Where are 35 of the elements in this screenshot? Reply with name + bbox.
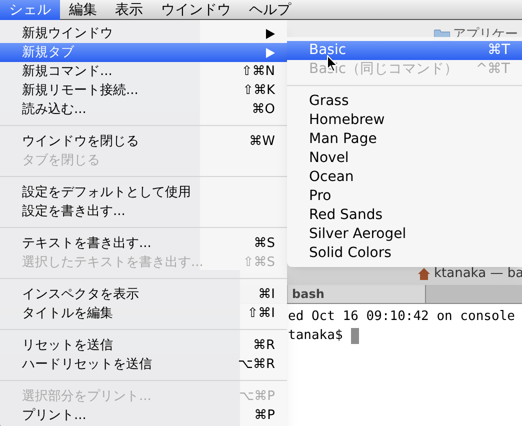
menu-item[interactable]: Red Sands — [287, 206, 522, 225]
menu-item[interactable]: インスペクタを表示 ⌘I — [0, 285, 287, 304]
menu-item[interactable]: Grass — [287, 92, 522, 111]
menu-item[interactable]: Solid Colors — [287, 244, 522, 263]
menu-item[interactable]: 設定をデフォルトとして使用 — [0, 183, 287, 202]
menu-item[interactable]: Basic ⌘T — [287, 41, 522, 60]
menu-item[interactable]: Pro — [287, 187, 522, 206]
menu-title[interactable]: ヘルプ — [240, 0, 300, 20]
menu-item[interactable]: 新規タブ — [0, 43, 287, 62]
menu-item[interactable]: ウインドウを閉じる ⌘W — [0, 132, 287, 151]
menu-item[interactable]: タイトルを編集 ⇧⌘I — [0, 304, 287, 323]
menu-item[interactable]: Man Page — [287, 130, 522, 149]
menu-item[interactable]: リセットを送信 ⌘R — [0, 336, 287, 355]
menu-item[interactable]: ハードリセットを送信 ⌥⌘R — [0, 355, 287, 374]
menu-item[interactable]: プリント... ⌘P — [0, 406, 287, 425]
menu-item[interactable]: 設定を書き出す... — [0, 202, 287, 221]
menu-title[interactable]: 編集 — [60, 0, 106, 20]
menu-item[interactable]: 新規コマンド... ⇧⌘N — [0, 62, 287, 81]
menu-item[interactable]: 新規リモート接続... ⇧⌘K — [0, 81, 287, 100]
terminal-tab[interactable]: bash — [288, 285, 426, 303]
text-cursor — [350, 328, 359, 344]
folder-label: アプリケー — [453, 26, 518, 43]
menu-item[interactable]: Ocean — [287, 168, 522, 187]
menu-title[interactable]: シェル — [0, 0, 60, 20]
menu-title[interactable]: ウインドウ — [152, 0, 240, 20]
menu-item[interactable]: 読み込む... ⌘O — [0, 100, 287, 119]
menu-title[interactable]: 表示 — [106, 0, 152, 20]
menu-item[interactable]: テキストを書き出す... ⌘S — [0, 234, 287, 253]
window-title: ktanaka — ba — [434, 264, 522, 283]
menu-item[interactable]: Novel — [287, 149, 522, 168]
menu-item[interactable]: 新規ウインドウ — [0, 24, 287, 43]
terminal-line: ed Oct 16 09:10:42 on console — [288, 308, 515, 326]
menu-item[interactable]: Homebrew — [287, 111, 522, 130]
terminal-line: tanaka$ — [288, 327, 343, 345]
menu-item[interactable]: Silver Aerogel — [287, 225, 522, 244]
